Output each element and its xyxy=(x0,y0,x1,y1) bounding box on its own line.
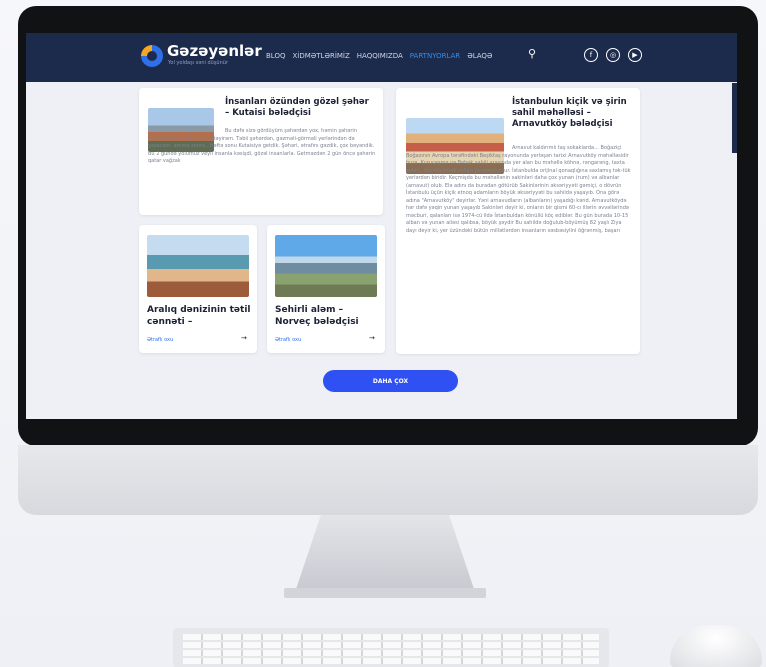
brand-logo-icon[interactable] xyxy=(141,45,163,67)
monitor-chin xyxy=(18,445,758,515)
youtube-icon[interactable]: ▶ xyxy=(628,48,642,62)
nav-item-blog[interactable]: BLOQ xyxy=(266,52,285,60)
kutaisi-title[interactable]: İnsanları özündən gözəl şəhər – Kutaisi … xyxy=(225,97,375,119)
nav-item-partners[interactable]: PARTNYORLAR xyxy=(410,52,460,60)
istanbul-title[interactable]: İstanbulun kiçik və şirin sahil məhəlləs… xyxy=(512,97,634,130)
nav-item-contact[interactable]: ƏLAQƏ xyxy=(467,52,492,60)
kutaisi-excerpt: Bu dəfə sizə gördüyüm şəhərdən yox, həmi… xyxy=(148,128,376,164)
norway-read-more-link[interactable]: Ətraflı oxu xyxy=(275,337,301,343)
website-screen: Gəzəyənlər Yol yoldaşı səni düşünür BLOQ… xyxy=(26,33,737,419)
istanbul-excerpt: Arnavut kaldırımlı taş sokaklarda... Boğ… xyxy=(406,145,631,234)
norway-title[interactable]: Sehirli aləm – Norveç bələdçisi xyxy=(275,305,379,328)
antalya-arrow-icon[interactable]: → xyxy=(241,334,247,342)
brand-tagline: Yol yoldaşı səni düşünür xyxy=(168,60,228,66)
antalya-title[interactable]: Aralıq dənizinin tətil cənnəti – xyxy=(147,305,251,328)
article-card-norway[interactable]: Sehirli aləm – Norveç bələdçisi Ətraflı … xyxy=(267,225,385,353)
instagram-icon[interactable]: ◎ xyxy=(606,48,620,62)
antalya-read-more-link[interactable]: Ətraflı oxu xyxy=(147,337,173,343)
article-card-istanbul[interactable]: İstanbulun kiçik və şirin sahil məhəlləs… xyxy=(396,88,640,354)
mouse xyxy=(670,625,762,667)
facebook-icon[interactable]: f xyxy=(584,48,598,62)
monitor-stand xyxy=(296,515,474,589)
norway-arrow-icon[interactable]: → xyxy=(369,334,375,342)
antalya-thumbnail[interactable] xyxy=(147,235,249,297)
article-card-antalya[interactable]: Aralıq dənizinin tətil cənnəti – Ətraflı… xyxy=(139,225,257,353)
top-navigation-bar: Gəzəyənlər Yol yoldaşı səni düşünür BLOQ… xyxy=(26,33,737,82)
norway-thumbnail[interactable] xyxy=(275,235,377,297)
keyboard xyxy=(173,628,609,667)
more-button[interactable]: DAHA ÇOX xyxy=(323,370,458,392)
nav-item-services[interactable]: XİDMƏTLƏRİMİZ xyxy=(292,52,349,60)
search-icon[interactable]: ⚲ xyxy=(528,47,536,60)
scrollbar[interactable] xyxy=(732,83,737,153)
monitor-stand-base xyxy=(284,588,486,598)
imac-mockup-scene: Gəzəyənlər Yol yoldaşı səni düşünür BLOQ… xyxy=(0,0,766,667)
article-card-kutaisi[interactable]: İnsanları özündən gözəl şəhər – Kutaisi … xyxy=(139,88,383,215)
main-menu: BLOQ XİDMƏTLƏRİMİZ HAQQIMIZDA PARTNYORLA… xyxy=(266,52,492,60)
nav-item-about[interactable]: HAQQIMIZDA xyxy=(357,52,403,60)
brand-name[interactable]: Gəzəyənlər xyxy=(167,42,262,60)
